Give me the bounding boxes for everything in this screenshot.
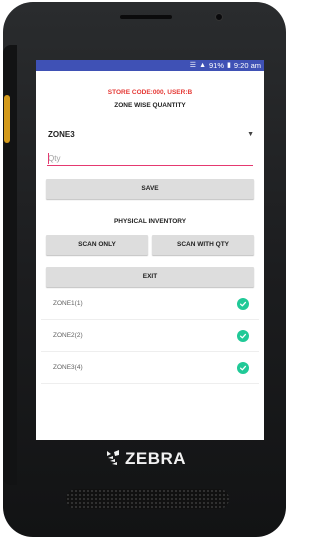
check-circle-icon (237, 297, 249, 310)
check-circle-icon (237, 361, 249, 374)
side-scan-button[interactable] (4, 95, 10, 143)
check-circle-icon (237, 329, 249, 342)
scan-only-button[interactable]: SCAN ONLY (46, 235, 148, 255)
zone-list: ZONE1(1) ZONE2(2) ZONE3(4) (41, 288, 259, 384)
zone-label: ZONE2(2) (53, 332, 83, 339)
store-code-text: STORE CODE:000, USER:B (107, 89, 193, 96)
zone-list-item[interactable]: ZONE2(2) (41, 320, 259, 352)
zone-label: ZONE1(1) (53, 300, 83, 307)
status-bar: ☰ ▲ 91% ▮ 9:20 am (36, 60, 264, 71)
signal-icon: ☰ (189, 62, 197, 69)
physical-inventory-title: PHYSICAL INVENTORY (113, 218, 187, 225)
dropdown-arrow-icon: ▼ (247, 130, 254, 138)
earpiece (119, 15, 172, 19)
qty-input[interactable] (47, 151, 253, 166)
battery-icon: ▮ (227, 62, 231, 69)
exit-button[interactable]: EXIT (46, 267, 254, 287)
brand-logo: ZEBRA (0, 449, 291, 469)
speaker-grille (66, 489, 229, 509)
brand-name: ZEBRA (124, 449, 187, 468)
front-camera (215, 13, 223, 21)
save-button[interactable]: SAVE (46, 179, 254, 199)
text-cursor (48, 153, 49, 164)
clock: 9:20 am (233, 61, 261, 70)
zone-list-item[interactable]: ZONE1(1) (41, 288, 259, 320)
zone-list-item[interactable]: ZONE3(4) (41, 352, 259, 384)
zone-dropdown[interactable]: ZONE3 ▼ (48, 128, 254, 140)
screen: ☰ ▲ 91% ▮ 9:20 am STORE CODE:000, USER:B… (36, 60, 264, 440)
zebra-head-icon (106, 450, 119, 465)
cellular-icon: ▲ (199, 62, 207, 69)
zone-wise-quantity-title: ZONE WISE QUANTITY (114, 102, 186, 109)
battery-level: 91% (209, 61, 225, 70)
zone-label: ZONE3(4) (53, 364, 83, 371)
scan-with-qty-button[interactable]: SCAN WITH QTY (152, 235, 254, 255)
zone-dropdown-value: ZONE3 (48, 129, 75, 139)
